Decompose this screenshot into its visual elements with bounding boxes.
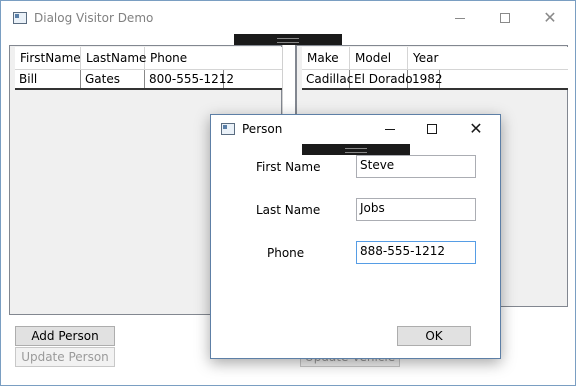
dialog-maximize-button[interactable] bbox=[410, 115, 454, 143]
table-row[interactable]: Bill Gates 800-555-1212 bbox=[15, 70, 282, 90]
car-grid-header: Make Model Year bbox=[302, 47, 568, 70]
table-row[interactable]: Cadillac El Dorado 1982 bbox=[302, 70, 568, 90]
app-window-icon bbox=[13, 12, 27, 24]
person-col-lastname[interactable]: LastName bbox=[81, 47, 146, 70]
person-cell-firstname[interactable]: Bill bbox=[15, 70, 81, 88]
last-name-label: Last Name bbox=[256, 203, 321, 217]
first-name-label: First Name bbox=[256, 160, 321, 174]
car-cell-make[interactable]: Cadillac bbox=[302, 70, 353, 88]
car-col-model[interactable]: Model bbox=[350, 47, 408, 70]
maximize-icon bbox=[427, 124, 437, 134]
close-button[interactable]: ✕ bbox=[527, 1, 573, 35]
minimize-icon bbox=[455, 17, 465, 19]
person-cell-lastname[interactable]: Gates bbox=[81, 70, 145, 88]
main-titlebar[interactable]: Dialog Visitor Demo ✕ bbox=[1, 1, 575, 35]
phone-label: Phone bbox=[267, 246, 305, 260]
person-col-phone[interactable]: Phone bbox=[145, 47, 282, 70]
close-icon: ✕ bbox=[469, 119, 483, 138]
maximize-button[interactable] bbox=[482, 1, 528, 35]
dialog-drag-handle[interactable] bbox=[302, 144, 410, 155]
car-col-make[interactable]: Make bbox=[302, 47, 350, 70]
car-cell-year[interactable]: 1982 bbox=[408, 70, 443, 88]
maximize-icon bbox=[500, 13, 510, 23]
minimize-icon bbox=[385, 128, 395, 130]
ok-button[interactable]: OK bbox=[397, 326, 471, 346]
dialog-window-icon bbox=[221, 123, 235, 135]
dialog-title: Person bbox=[242, 122, 283, 136]
dialog-minimize-button[interactable] bbox=[368, 115, 412, 143]
dialog-close-button[interactable]: ✕ bbox=[454, 115, 498, 143]
close-icon: ✕ bbox=[543, 8, 557, 27]
phone-field[interactable]: 888-555-1212 bbox=[356, 241, 476, 264]
last-name-field[interactable]: Jobs bbox=[356, 198, 476, 221]
minimize-button[interactable] bbox=[437, 1, 483, 35]
main-window-title: Dialog Visitor Demo bbox=[34, 11, 154, 25]
first-name-field[interactable]: Steve bbox=[356, 155, 476, 178]
person-col-firstname[interactable]: FirstName bbox=[15, 47, 81, 70]
car-cell-model[interactable]: El Dorado bbox=[350, 70, 413, 88]
update-person-button[interactable]: Update Person bbox=[15, 347, 115, 367]
person-dialog: Person ✕ First Name Steve Last Name Jobs… bbox=[210, 114, 501, 359]
car-col-year[interactable]: Year bbox=[408, 47, 568, 70]
person-cell-phone[interactable]: 800-555-1212 bbox=[145, 70, 234, 88]
add-person-button[interactable]: Add Person bbox=[15, 326, 115, 346]
person-grid-header: FirstName LastName Phone bbox=[15, 47, 282, 70]
main-drag-handle[interactable] bbox=[234, 34, 342, 45]
